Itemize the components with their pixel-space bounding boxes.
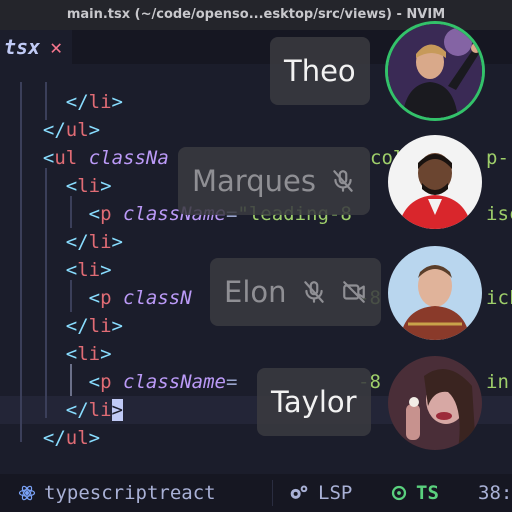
participant-label-taylor: Taylor xyxy=(257,368,371,436)
mic-off-icon xyxy=(333,170,353,192)
code-line[interactable]: </ul> xyxy=(20,424,100,452)
code-line[interactable]: <p classN xyxy=(20,284,192,312)
code-line[interactable]: </ul> xyxy=(20,116,100,144)
tab-name: tsx xyxy=(4,35,41,59)
react-icon xyxy=(18,485,36,501)
code-line[interactable]: <li> xyxy=(20,256,112,284)
mic-off-icon xyxy=(303,281,324,303)
tab-main-tsx[interactable]: tsx ✕ xyxy=(0,30,73,64)
cursor-position: 38: xyxy=(478,474,512,512)
code-fragment: in xyxy=(486,371,509,393)
avatar-taylor[interactable] xyxy=(388,356,482,450)
participant-name: Theo xyxy=(284,54,356,88)
lsp-indicator[interactable]: LSP xyxy=(288,474,352,512)
avatar-elon[interactable] xyxy=(388,246,482,340)
code-line[interactable]: </li> xyxy=(20,228,123,256)
status-divider xyxy=(272,480,273,506)
participant-label-theo: Theo xyxy=(270,37,370,105)
ts-label: TS xyxy=(416,482,439,504)
close-icon[interactable]: ✕ xyxy=(50,35,62,59)
code-line[interactable]: </li> xyxy=(20,88,123,116)
status-circle-icon xyxy=(391,485,407,501)
participant-name: Marques xyxy=(192,164,316,198)
code-line[interactable]: <li> xyxy=(20,172,112,200)
code-fragment: ick xyxy=(486,287,512,309)
participant-label-marques: Marques xyxy=(178,147,370,215)
code-line[interactable]: </li> xyxy=(20,312,123,340)
filetype-label: typescriptreact xyxy=(44,482,216,504)
code-line[interactable]: </li> xyxy=(20,396,123,424)
participant-name: Elon xyxy=(224,275,287,309)
cursor-position-label: 38: xyxy=(478,482,512,504)
text-cursor: > xyxy=(111,399,123,421)
code-fragment: iscu xyxy=(486,203,512,225)
code-line[interactable]: <li> xyxy=(20,340,112,368)
gear-icon xyxy=(290,485,308,499)
filetype-indicator[interactable]: typescriptreact xyxy=(18,474,216,512)
avatar-marques[interactable] xyxy=(388,135,482,229)
lsp-label: LSP xyxy=(318,482,353,504)
avatar-theo[interactable] xyxy=(388,24,482,118)
treesitter-indicator[interactable]: TS xyxy=(390,474,439,512)
camera-off-icon xyxy=(342,281,365,303)
status-bar: typescriptreact LSP TS 38: xyxy=(0,474,512,512)
code-fragment: p- xyxy=(486,147,509,169)
code-line[interactable]: <p className= xyxy=(20,368,238,396)
participant-label-elon: Elon xyxy=(210,258,381,326)
participant-name: Taylor xyxy=(271,385,357,419)
code-line[interactable]: <ul classNa xyxy=(20,144,169,172)
